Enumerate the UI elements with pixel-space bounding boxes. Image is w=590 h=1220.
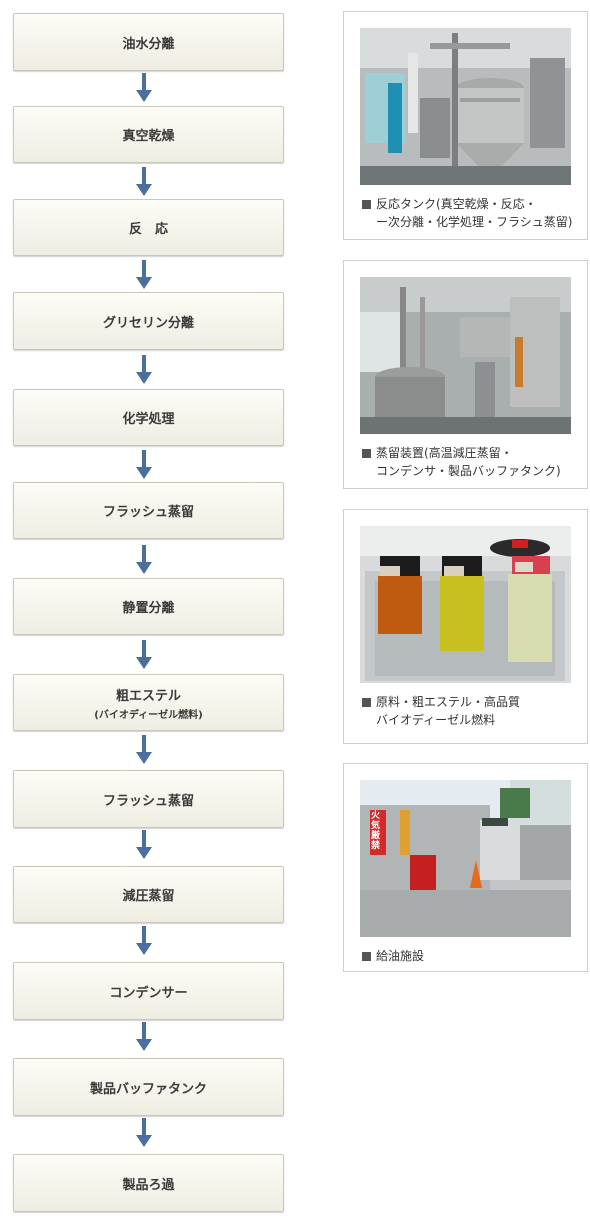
down-arrow-icon bbox=[136, 926, 152, 955]
down-arrow-icon bbox=[136, 260, 152, 289]
step-label: 製品ろ過 bbox=[122, 1177, 175, 1193]
step-label: フラッシュ蒸留 bbox=[102, 793, 194, 809]
flow-step-condenser: コンデンサー bbox=[13, 962, 284, 1020]
down-arrow-icon bbox=[136, 450, 152, 479]
fire-sign-text: 火気厳禁 bbox=[371, 811, 381, 851]
caption-line-1: 反応タンク(真空乾燥・反応・ bbox=[376, 197, 537, 211]
fuel-samples-photo bbox=[360, 526, 571, 683]
photo-card-distillation-unit: 蒸留装置(高温減圧蒸留・ コンデンサ・製品バッファタンク) bbox=[343, 260, 588, 489]
photo-caption: 給油施設 bbox=[362, 947, 577, 965]
flow-step-oil-water-separation: 油水分離 bbox=[13, 13, 284, 71]
square-bullet-icon bbox=[362, 952, 371, 961]
refueling-facility-photo: 火気厳禁 bbox=[360, 780, 571, 937]
flow-step-vacuum-distillation: 減圧蒸留 bbox=[13, 866, 284, 923]
flow-step-chemical-treatment: 化学処理 bbox=[13, 389, 284, 446]
caption-line-1: 蒸留装置(高温減圧蒸留・ bbox=[376, 446, 513, 460]
step-label: フラッシュ蒸留 bbox=[102, 505, 194, 520]
caption-line-1: 原料・粗エステル・高品質 bbox=[376, 695, 521, 709]
square-bullet-icon bbox=[362, 200, 371, 209]
down-arrow-icon bbox=[136, 73, 152, 102]
caption-line-2: ー次分離・化学処理・フラシュ蒸留) bbox=[376, 215, 573, 229]
step-label: グリセリン分離 bbox=[102, 315, 194, 331]
step-label: 粗エステル bbox=[115, 688, 181, 704]
down-arrow-icon bbox=[136, 640, 152, 669]
step-label: 静置分離 bbox=[122, 601, 175, 616]
down-arrow-icon bbox=[136, 355, 152, 384]
down-arrow-icon bbox=[136, 830, 152, 859]
flow-step-product-filtration: 製品ろ過 bbox=[13, 1154, 284, 1212]
step-label: 減圧蒸留 bbox=[122, 889, 175, 904]
flow-step-product-buffer-tank: 製品バッファタンク bbox=[13, 1058, 284, 1116]
flow-step-vacuum-drying: 真空乾燥 bbox=[13, 106, 284, 163]
down-arrow-icon bbox=[136, 1118, 152, 1147]
photo-card-reaction-tank: 反応タンク(真空乾燥・反応・ ー次分離・化学処理・フラシュ蒸留) bbox=[343, 11, 588, 240]
flow-step-reaction: 反 応 bbox=[13, 199, 284, 256]
photo-card-refueling-facility: 火気厳禁 給油施設 bbox=[343, 763, 588, 972]
step-label: 真空乾燥 bbox=[122, 129, 175, 144]
step-label: 油水分離 bbox=[122, 36, 175, 52]
square-bullet-icon bbox=[362, 449, 371, 458]
photo-caption: 原料・粗エステル・高品質 バイオディーゼル燃料 bbox=[362, 693, 577, 729]
photo-caption: 蒸留装置(高温減圧蒸留・ コンデンサ・製品バッファタンク) bbox=[362, 444, 577, 480]
step-label: コンデンサー bbox=[109, 985, 188, 1001]
down-arrow-icon bbox=[136, 735, 152, 764]
flow-step-flash-distillation-2: フラッシュ蒸留 bbox=[13, 770, 284, 828]
down-arrow-icon bbox=[136, 1022, 152, 1051]
flow-step-glycerin-separation: グリセリン分離 bbox=[13, 292, 284, 350]
step-label: 反 応 bbox=[128, 222, 168, 237]
flow-step-static-separation: 静置分離 bbox=[13, 578, 284, 635]
caption-line-2: コンデンサ・製品バッファタンク) bbox=[376, 464, 561, 478]
flow-step-flash-distillation: フラッシュ蒸留 bbox=[13, 482, 284, 539]
step-sublabel: (バイオディーゼル燃料) bbox=[94, 709, 203, 721]
photo-caption: 反応タンク(真空乾燥・反応・ ー次分離・化学処理・フラシュ蒸留) bbox=[362, 195, 577, 231]
down-arrow-icon bbox=[136, 545, 152, 574]
flow-step-crude-ester: 粗エステル (バイオディーゼル燃料) bbox=[13, 674, 284, 731]
caption-line-1: 給油施設 bbox=[376, 949, 425, 963]
step-label: 化学処理 bbox=[122, 412, 175, 427]
distillation-unit-photo bbox=[360, 277, 571, 434]
reaction-tank-photo bbox=[360, 28, 571, 185]
down-arrow-icon bbox=[136, 167, 152, 196]
step-label: 製品バッファタンク bbox=[89, 1081, 207, 1097]
photo-card-fuel-samples: 原料・粗エステル・高品質 バイオディーゼル燃料 bbox=[343, 509, 588, 744]
square-bullet-icon bbox=[362, 698, 371, 707]
caption-line-2: バイオディーゼル燃料 bbox=[376, 713, 496, 727]
